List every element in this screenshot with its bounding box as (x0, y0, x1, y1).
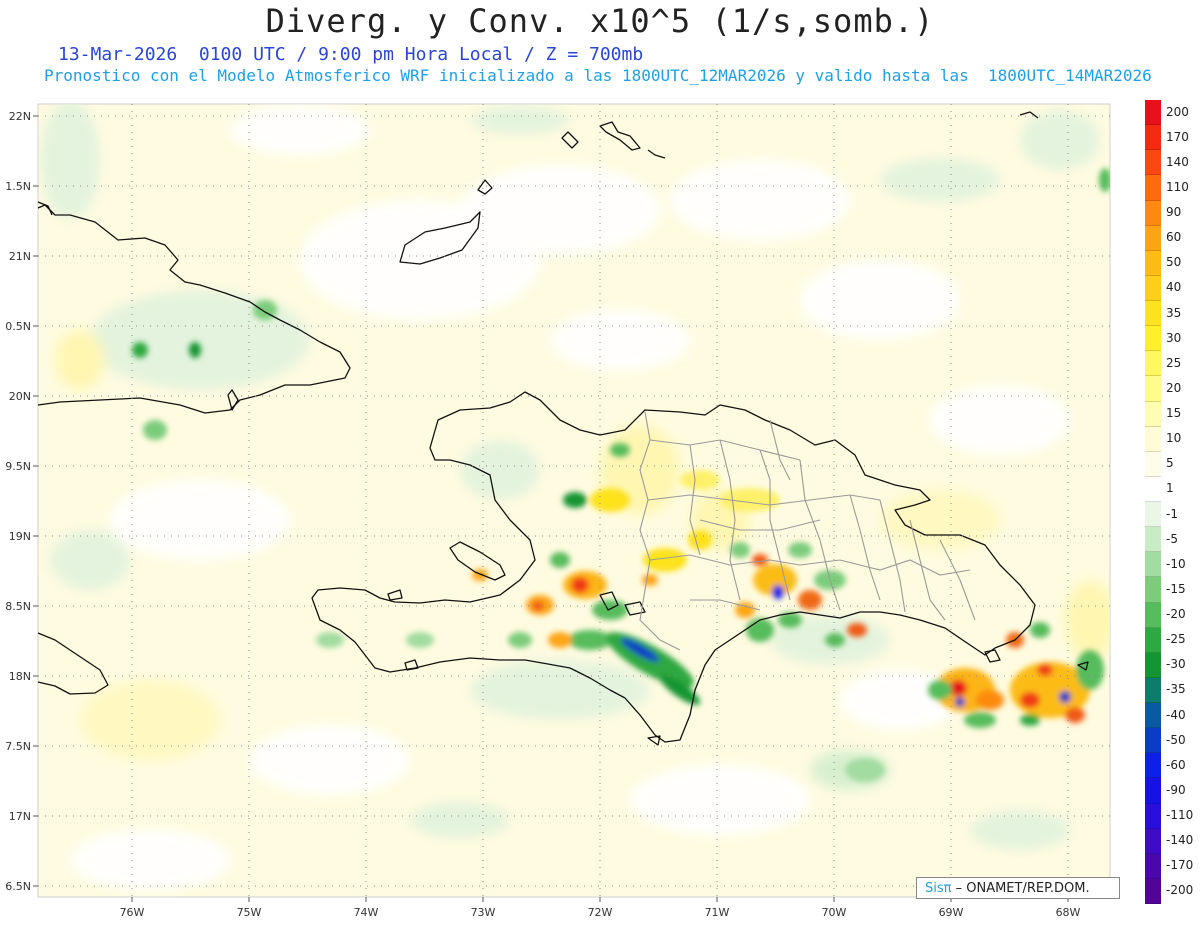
lon-label: 69W (939, 906, 964, 919)
color-scale-label: -40 (1166, 707, 1186, 722)
color-scale-segment (1145, 426, 1161, 452)
color-scale-label: -35 (1166, 682, 1186, 697)
color-scale-label: 40 (1166, 280, 1182, 295)
lat-label: 8.5N (5, 600, 31, 613)
lat-label: 1.5N (5, 180, 31, 193)
forecast-map: 22N 1.5N 21N 0.5N 20N 9.5N 19N 8.5N 18N … (5, 103, 1111, 919)
lon-label: 68W (1056, 906, 1081, 919)
color-scale-segment (1145, 627, 1161, 653)
color-scale-segment (1145, 527, 1161, 553)
forecast-time-subtitle: 13-Mar-2026 0100 UTC / 9:00 pm Hora Loca… (58, 44, 644, 65)
color-scale-segment (1145, 301, 1161, 327)
lat-label: 17N (9, 810, 31, 823)
lat-label: 6.5N (5, 880, 31, 893)
color-scale-label: 1 (1166, 481, 1174, 496)
lat-label: 20N (9, 390, 31, 403)
color-scale-segment (1145, 677, 1161, 703)
color-scale-segment (1145, 703, 1161, 729)
color-scale-segment (1145, 376, 1161, 402)
credit-box: Sisπ – ONAMET/REP.DOM. (916, 877, 1120, 899)
color-scale-segment (1145, 250, 1161, 276)
color-scale-label: -20 (1166, 607, 1186, 622)
color-scale-label: 20 (1166, 380, 1182, 395)
color-scale-label: -110 (1166, 808, 1194, 823)
lon-label: 76W (120, 906, 145, 919)
color-scale-label: 15 (1166, 406, 1182, 421)
lat-label: 22N (9, 110, 31, 123)
color-scale-label: -170 (1166, 858, 1194, 873)
lon-label: 74W (354, 906, 379, 919)
color-scale-label: 25 (1166, 355, 1182, 370)
color-scale-label: -5 (1166, 531, 1178, 546)
color-scale-label: -90 (1166, 782, 1186, 797)
color-scale-label: 140 (1166, 154, 1189, 169)
color-scale-segment (1145, 125, 1161, 151)
lat-label: 18N (9, 670, 31, 683)
color-scale-segment (1145, 652, 1161, 678)
color-scale-label: 35 (1166, 305, 1182, 320)
color-scale-label: 50 (1166, 255, 1182, 270)
color-scale-segment (1145, 351, 1161, 377)
color-scale-label: 90 (1166, 205, 1182, 220)
credit-text: – ONAMET/REP.DOM. (955, 881, 1090, 896)
color-scale-segment (1145, 150, 1161, 176)
lon-label: 73W (471, 906, 496, 919)
color-scale-label: 110 (1166, 179, 1189, 194)
map-title: Diverg. y Conv. x10^5 (1/s,somb.) (265, 2, 935, 40)
color-scale-label: -1 (1166, 506, 1178, 521)
color-scale-segment (1145, 100, 1161, 126)
model-info-subtitle: Pronostico con el Modelo Atmosferico WRF… (44, 66, 1152, 85)
lon-label: 72W (588, 906, 613, 919)
color-scale-label: 10 (1166, 431, 1182, 446)
lat-labels: 22N 1.5N 21N 0.5N 20N 9.5N 19N 8.5N 18N … (5, 110, 31, 893)
color-scale-segment (1145, 326, 1161, 352)
color-scale-segment (1145, 853, 1161, 879)
color-scale-segment (1145, 552, 1161, 578)
lon-label: 71W (705, 906, 730, 919)
color-scale-label: -50 (1166, 732, 1186, 747)
color-scale-segment (1145, 401, 1161, 427)
color-scale-label: -30 (1166, 657, 1186, 672)
color-scale-segment (1145, 778, 1161, 804)
color-scale-label: 30 (1166, 330, 1182, 345)
color-scale-label: -25 (1166, 632, 1186, 647)
lon-labels: 76W 75W 74W 73W 72W 71W 70W 69W 68W (120, 906, 1081, 919)
color-scale-label: -140 (1166, 833, 1194, 848)
color-scale-segment (1145, 225, 1161, 251)
color-scale-label: -15 (1166, 581, 1186, 596)
lat-label: 19N (9, 530, 31, 543)
lon-label: 75W (237, 906, 262, 919)
lat-label: 7.5N (5, 740, 31, 753)
color-scale-segment (1145, 502, 1161, 528)
lat-label: 0.5N (5, 320, 31, 333)
color-scale-segment (1145, 753, 1161, 779)
color-scale-segment (1145, 803, 1161, 829)
lat-label: 21N (9, 250, 31, 263)
color-scale-label: -60 (1166, 757, 1186, 772)
color-scale-label: -10 (1166, 556, 1186, 571)
color-scale-label: 60 (1166, 230, 1182, 245)
color-scale-label: -200 (1166, 883, 1194, 898)
color-scale-label: 5 (1166, 456, 1174, 471)
lat-label: 9.5N (5, 460, 31, 473)
color-scale-segment (1145, 602, 1161, 628)
color-scale-bar (1145, 100, 1161, 904)
color-scale-label: 170 (1166, 129, 1189, 144)
color-scale-label: 200 (1166, 104, 1189, 119)
color-scale-segment (1145, 175, 1161, 201)
sispi-logo-text: Sisπ (925, 881, 952, 896)
color-scale-segment (1145, 451, 1161, 477)
color-scale-segment (1145, 878, 1161, 904)
color-scale-segment (1145, 275, 1161, 301)
color-scale-segment (1145, 577, 1161, 603)
lon-label: 70W (822, 906, 847, 919)
color-scale-segment (1145, 828, 1161, 854)
color-scale-segment (1145, 476, 1161, 502)
color-scale-segment (1145, 728, 1161, 754)
color-scale-segment (1145, 200, 1161, 226)
